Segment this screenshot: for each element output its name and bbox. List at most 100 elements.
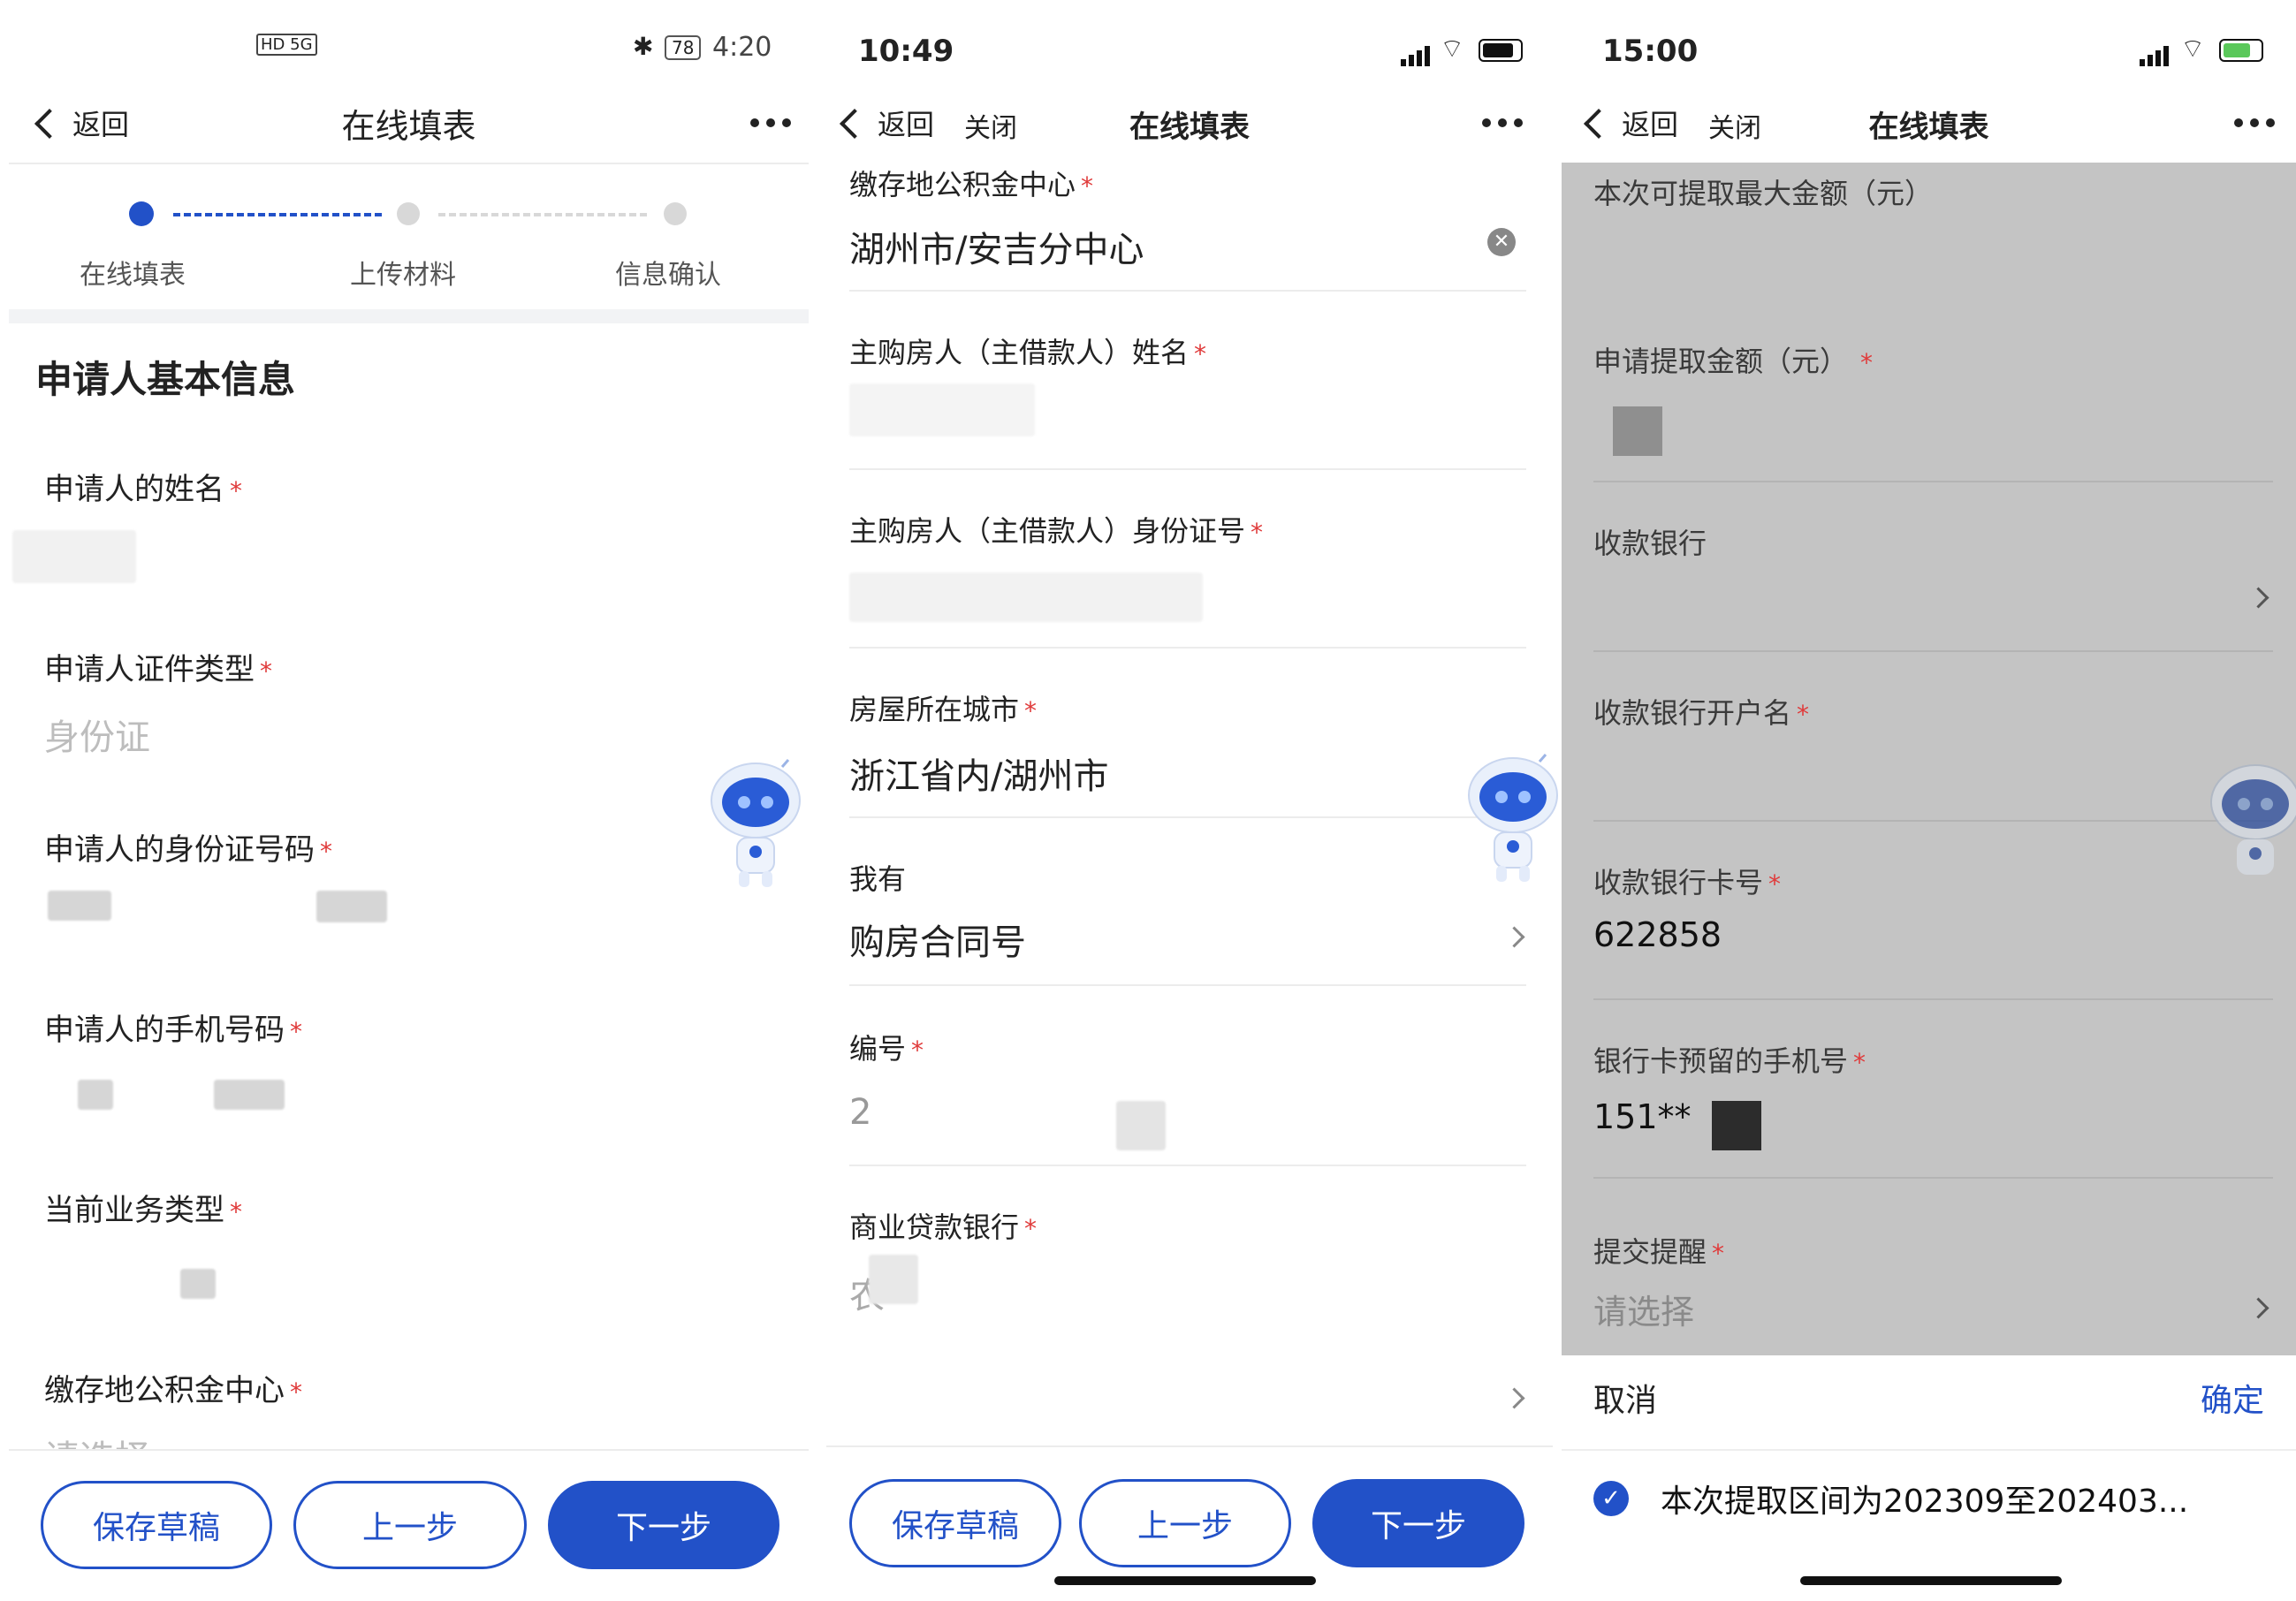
field-divider	[849, 468, 1526, 470]
screen-1: HD 5G ✱ 78 4:20 返回 在线填表 在线填表 上传材料 信息确认 申…	[0, 0, 817, 1601]
bluetooth-icon: ✱	[633, 32, 654, 61]
assistant-robot-icon[interactable]	[707, 758, 804, 891]
battery-icon: 78	[665, 35, 702, 60]
status-bar: 10:49 ⌔	[817, 0, 1562, 88]
save-draft-button[interactable]: 保存草稿	[849, 1479, 1061, 1567]
confirm-button[interactable]: 确定	[2201, 1375, 2264, 1421]
masked-text	[214, 1080, 285, 1110]
check-icon[interactable]: ✓	[1593, 1481, 1629, 1516]
footer-divider	[9, 1449, 809, 1451]
next-step-button[interactable]: 下一步	[1312, 1479, 1524, 1567]
more-icon[interactable]	[2234, 118, 2275, 127]
assistant-robot-icon[interactable]	[1464, 753, 1562, 885]
field-label-phone: 银行卡预留的手机号 *	[1593, 1044, 1866, 1078]
field-divider	[849, 984, 1526, 986]
step-dot-active	[129, 201, 154, 226]
field-label-biz-type: 当前业务类型 *	[44, 1193, 242, 1228]
page-title: 在线填表	[341, 107, 476, 146]
field-divider	[1593, 481, 2273, 482]
field-label-owner-name: 主购房人（主借款人）姓名 *	[849, 336, 1207, 369]
nav-bar: 返回 在线填表	[0, 88, 817, 163]
card-input[interactable]: 622858	[1593, 915, 1722, 954]
owner-name-input[interactable]	[849, 383, 1035, 436]
assistant-robot-icon[interactable]	[2207, 760, 2296, 892]
chevron-right-icon	[1503, 926, 1525, 948]
field-divider	[849, 1165, 1526, 1166]
step-label: 上传材料	[350, 260, 456, 291]
step-label: 信息确认	[615, 260, 721, 291]
field-divider	[849, 647, 1526, 649]
masked-text	[316, 891, 387, 922]
cancel-button[interactable]: 取消	[1593, 1375, 1657, 1421]
chevron-right-icon	[2247, 1297, 2269, 1319]
biz-type-value[interactable]	[180, 1269, 216, 1299]
field-label-fund-center: 缴存地公积金中心 *	[44, 1373, 302, 1408]
wifi-icon: ⌔	[1440, 34, 1465, 64]
modal-backdrop[interactable]: 本次可提取最大金额（元） 申请提取金额（元） * 收款银行 收款银行开户名 * 收款…	[1562, 163, 2296, 1355]
apply-amount-input[interactable]	[1613, 406, 1662, 456]
masked-text	[1712, 1101, 1761, 1150]
section-gap	[9, 309, 809, 323]
field-divider	[849, 290, 1526, 292]
clock: 15:00	[1602, 34, 1699, 69]
screen-2: 10:49 ⌔ 返回 关闭 在线填表 缴存地公积金中心 * 湖州市/安吉分中心 ✕…	[817, 0, 1562, 1601]
masked-text	[78, 1080, 113, 1110]
field-divider	[1593, 1177, 2273, 1179]
sheet-divider	[1562, 1449, 2296, 1451]
field-label-owner-id: 主购房人（主借款人）身份证号 *	[849, 514, 1264, 548]
next-step-button[interactable]: 下一步	[548, 1481, 779, 1569]
chevron-right-icon[interactable]	[2247, 587, 2269, 609]
chevron-right-icon[interactable]	[1503, 1387, 1525, 1409]
step-connector	[173, 213, 382, 216]
prev-step-button[interactable]: 上一步	[293, 1481, 527, 1569]
sheet-option[interactable]: 本次提取区间为202309至202403...	[1661, 1476, 2188, 1521]
field-label-phone: 申请人的手机号码 *	[44, 1013, 302, 1048]
reminder-select[interactable]: 请选择	[1593, 1285, 1694, 1333]
battery-charging-icon	[2219, 39, 2263, 62]
status-bar: HD 5G ✱ 78 4:20	[0, 0, 817, 88]
home-indicator	[1054, 1576, 1316, 1585]
field-label-bank: 商业贷款银行 *	[849, 1210, 1038, 1244]
field-label-card: 收款银行卡号 *	[1593, 866, 1782, 899]
cellular-icon	[2140, 39, 2175, 74]
battery-icon	[1479, 39, 1523, 62]
have-select[interactable]: 购房合同号	[849, 914, 1026, 965]
wifi-icon: ⌔	[2180, 34, 2206, 64]
field-label-city: 房屋所在城市 *	[849, 693, 1038, 726]
prev-step-button[interactable]: 上一步	[1079, 1479, 1291, 1567]
number-input[interactable]: 2	[849, 1092, 871, 1133]
masked-text	[869, 1255, 918, 1304]
screen-3: 15:00 ⌔ 返回 关闭 在线填表 本次可提取最大金额（元） 申请提取金额（元…	[1562, 0, 2296, 1601]
field-label-max-amount: 本次可提取最大金额（元）	[1593, 177, 1934, 210]
owner-id-input[interactable]	[849, 573, 1203, 622]
more-icon[interactable]	[750, 118, 791, 127]
cellular-icon	[1401, 39, 1430, 66]
page-title: 在线填表	[1868, 110, 1989, 145]
field-divider	[1593, 820, 2273, 822]
city-select[interactable]: 浙江省内/湖州市	[849, 747, 1108, 799]
step-label: 在线填表	[80, 260, 186, 291]
name-input[interactable]	[12, 530, 136, 583]
id-type-select[interactable]: 身份证	[44, 709, 150, 760]
step-dot	[397, 202, 420, 225]
field-label-apply-amount: 申请提取金额（元） *	[1593, 345, 1874, 378]
signal-icon: HD 5G	[256, 34, 317, 56]
masked-text	[1116, 1101, 1166, 1150]
footer-divider	[826, 1445, 1553, 1447]
clock: 10:49	[858, 34, 954, 69]
phone-input[interactable]: 151**	[1593, 1097, 1692, 1136]
field-label-id-type: 申请人证件类型 *	[44, 652, 272, 687]
more-icon[interactable]	[1482, 118, 1523, 127]
nav-divider	[9, 163, 809, 164]
step-connector	[438, 213, 647, 216]
fund-center-input[interactable]: 湖州市/安吉分中心	[849, 221, 1144, 272]
masked-text	[48, 891, 111, 921]
fund-center-select[interactable]: 请选择	[44, 1430, 150, 1451]
status-bar: 15:00 ⌔	[1562, 0, 2296, 88]
save-draft-button[interactable]: 保存草稿	[41, 1481, 272, 1569]
nav-bar: 返回 关闭 在线填表	[817, 88, 1562, 163]
clock: 4:20	[712, 32, 772, 63]
field-label-number: 编号 *	[849, 1032, 924, 1066]
field-label-account-name: 收款银行开户名 *	[1593, 696, 1810, 730]
clear-icon[interactable]: ✕	[1487, 228, 1516, 256]
